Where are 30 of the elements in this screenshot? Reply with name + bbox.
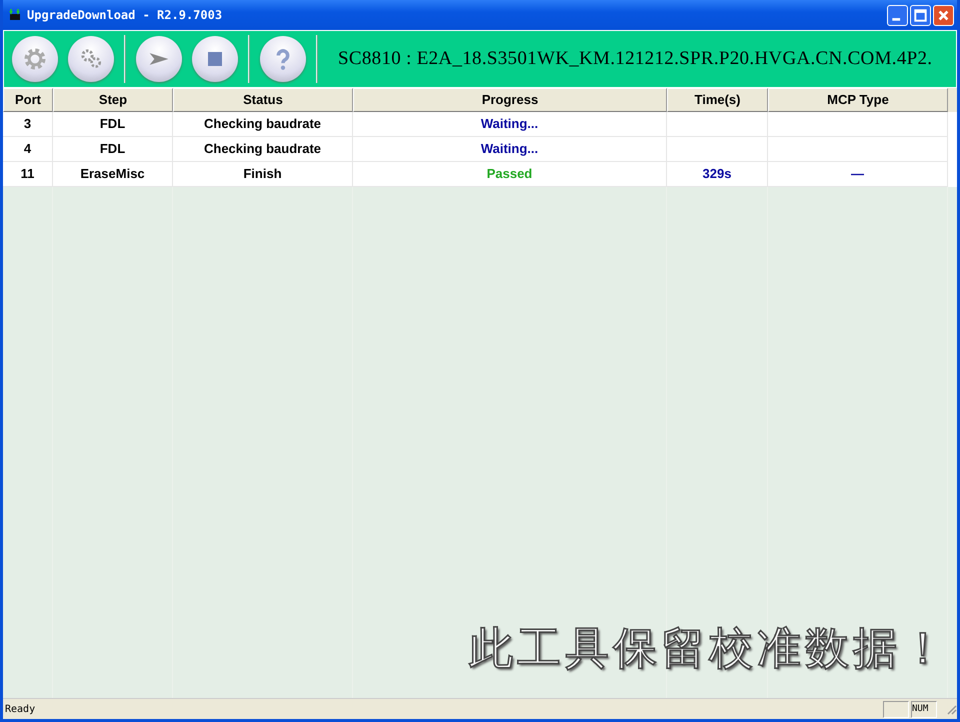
help-button[interactable]	[260, 36, 306, 82]
close-icon[interactable]	[937, 8, 950, 22]
overlay-note: 此工具保留校准数据！	[469, 622, 949, 676]
product-label: SC8810 : E2A_18.S3501WK_KM.121212.SPR.P20.HVGA.CN.COM.4P2.	[338, 48, 932, 70]
table-cell: —	[768, 162, 948, 187]
minimize-button[interactable]	[887, 4, 908, 26]
maximize-icon[interactable]	[914, 8, 927, 22]
status-panel	[883, 700, 909, 718]
arrow-button[interactable]	[136, 36, 182, 82]
maximize-button[interactable]	[910, 4, 931, 26]
table-cell: Finish	[173, 162, 353, 187]
table-cell: EraseMisc	[53, 162, 173, 187]
column-header[interactable]: Step	[53, 88, 173, 112]
gears-button[interactable]	[68, 36, 114, 82]
window-title: UpgradeDownload - R2.9.7003	[27, 8, 224, 22]
resize-grip-icon[interactable]	[945, 703, 957, 715]
column-header[interactable]: MCP Type	[768, 88, 948, 112]
column-header[interactable]: Status	[173, 88, 353, 112]
table-cell: 329s	[667, 162, 768, 187]
table-cell: 11	[3, 162, 53, 187]
gear-button[interactable]	[12, 36, 58, 82]
close-button[interactable]	[933, 4, 954, 26]
progress-cell: Passed	[353, 162, 667, 187]
column-header[interactable]: Progress	[353, 88, 667, 112]
status-indicator: NUM	[911, 700, 937, 718]
chip-icon	[7, 7, 23, 23]
status-message: Ready	[4, 704, 36, 714]
column-header[interactable]: Time(s)	[667, 88, 768, 112]
column-header[interactable]: Port	[3, 88, 53, 112]
stop-button[interactable]	[192, 36, 238, 82]
